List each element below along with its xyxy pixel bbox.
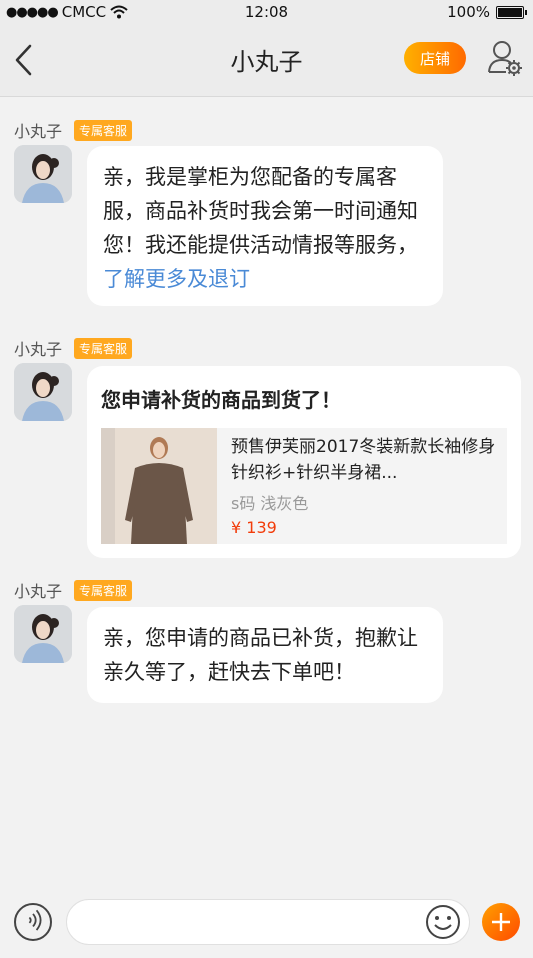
- service-tag: 专属客服: [74, 337, 133, 359]
- avatar[interactable]: [14, 605, 72, 663]
- emoji-icon[interactable]: [424, 903, 462, 941]
- avatar[interactable]: [14, 145, 72, 203]
- message-body: 亲，我是掌柜为您配备的专属客服，商品补货时我会第一时间通知您！我还能提供活动情报…: [103, 165, 418, 257]
- plus-icon[interactable]: [482, 903, 520, 941]
- battery-cap: [525, 9, 527, 15]
- avatar-image: [14, 363, 72, 421]
- message-text: 亲，您申请的商品已补货，抱歉让亲久等了，赶快去下单吧！: [103, 626, 418, 684]
- message-text: 亲，我是掌柜为您配备的专属客服，商品补货时我会第一时间通知您！我还能提供活动情报…: [87, 146, 443, 312]
- avatar-image: [14, 605, 72, 663]
- battery-icon: [496, 5, 524, 19]
- product-image: [101, 428, 217, 544]
- avatar[interactable]: [14, 363, 72, 421]
- product-card[interactable]: 您申请补货的商品到货了！ 预售伊芙丽2017冬装新款长袖修身针织衫+针织半身裙.…: [87, 366, 521, 558]
- product-price: ¥ 139: [231, 518, 277, 537]
- product-item[interactable]: 预售伊芙丽2017冬装新款长袖修身针织衫+针织半身裙... s码 浅灰色 ¥ 1…: [101, 428, 507, 544]
- battery-percent: 100%: [447, 3, 490, 21]
- service-tag: 专属客服: [74, 579, 133, 601]
- sender-name: 小丸子: [14, 582, 63, 601]
- message-input[interactable]: [66, 899, 470, 945]
- status-bar-right: 100%: [447, 3, 527, 21]
- message-header: 小丸子 专属客服: [14, 578, 133, 602]
- input-bar: [0, 895, 533, 958]
- sender-name: 小丸子: [14, 340, 63, 359]
- sender-name: 小丸子: [14, 122, 63, 141]
- nav-bar: 小丸子 店铺: [0, 24, 533, 97]
- service-tag: 专属客服: [74, 119, 133, 141]
- voice-icon[interactable]: [14, 903, 52, 941]
- avatar-image: [14, 145, 72, 203]
- message-header: 小丸子 专属客服: [14, 336, 133, 360]
- product-spec: s码 浅灰色: [231, 494, 309, 513]
- message-header: 小丸子 专属客服: [14, 118, 133, 142]
- shop-button[interactable]: 店铺: [404, 42, 466, 74]
- product-name: 预售伊芙丽2017冬装新款长袖修身针织衫+针织半身裙...: [231, 437, 496, 483]
- learn-more-link[interactable]: 了解更多及退订: [103, 267, 250, 291]
- message-bubble: 亲，您申请的商品已补货，抱歉让亲久等了，赶快去下单吧！: [87, 607, 443, 703]
- card-title: 您申请补货的商品到货了！: [101, 388, 341, 412]
- message-bubble: 亲，我是掌柜为您配备的专属客服，商品补货时我会第一时间通知您！我还能提供活动情报…: [87, 146, 443, 306]
- user-settings-icon[interactable]: [486, 38, 524, 78]
- status-bar: ●●●●● CMCC 12:08 100%: [0, 0, 533, 24]
